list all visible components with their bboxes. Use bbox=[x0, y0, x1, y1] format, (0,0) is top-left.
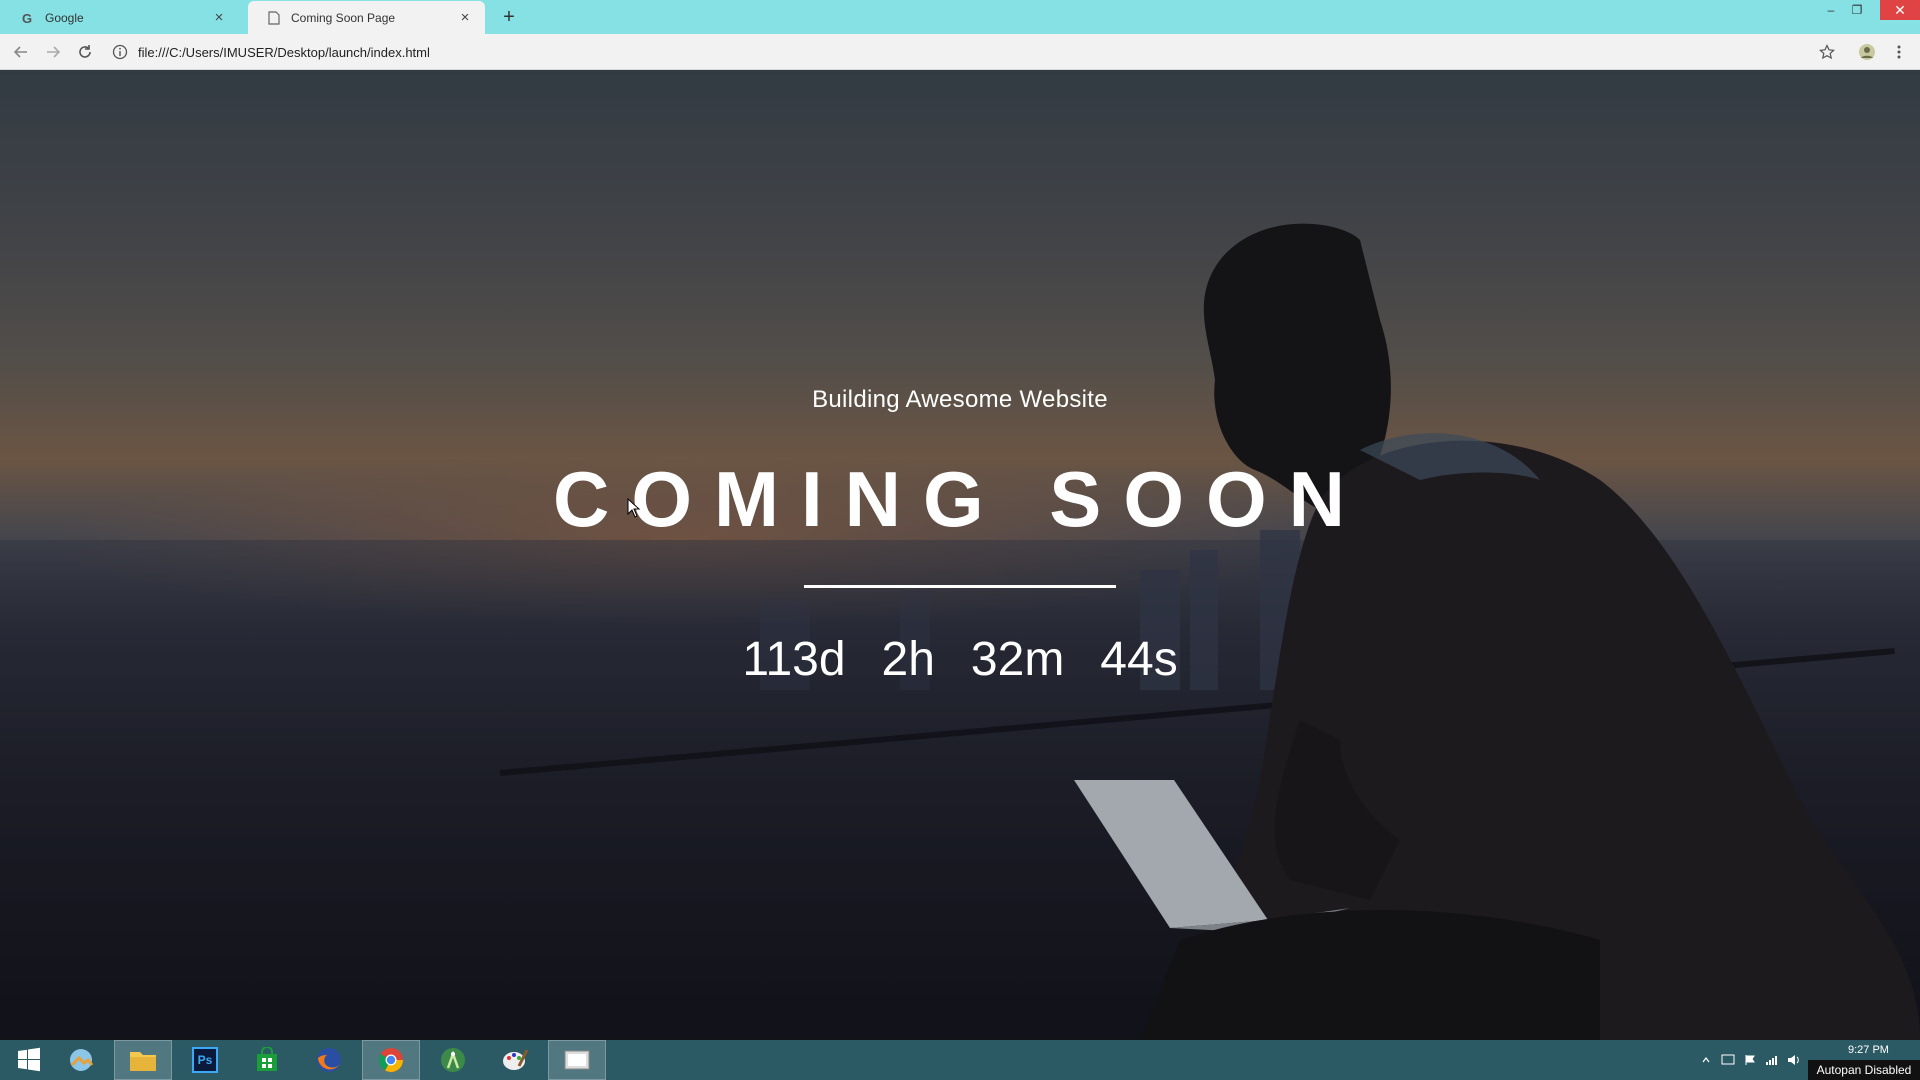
tab-title: Google bbox=[45, 10, 84, 25]
photo-viewer-icon[interactable] bbox=[52, 1040, 110, 1080]
browser-toolbar: file:///C:/Users/IMUSER/Desktop/launch/i… bbox=[0, 34, 1920, 70]
document-icon bbox=[266, 10, 282, 26]
minimize-icon[interactable]: – bbox=[1818, 0, 1844, 20]
title-divider bbox=[804, 585, 1116, 588]
paint-icon[interactable] bbox=[486, 1040, 544, 1080]
mouse-cursor-icon bbox=[627, 498, 641, 518]
android-studio-icon[interactable] bbox=[424, 1040, 482, 1080]
tab-coming-soon[interactable]: Coming Soon Page × bbox=[248, 1, 485, 34]
bookmark-star-icon[interactable] bbox=[1816, 41, 1838, 63]
profile-avatar-icon[interactable] bbox=[1856, 41, 1878, 63]
file-explorer-icon[interactable] bbox=[114, 1040, 172, 1080]
reload-icon[interactable] bbox=[74, 41, 96, 63]
chrome-icon[interactable] bbox=[362, 1040, 420, 1080]
google-g-icon: G bbox=[20, 10, 36, 26]
volume-icon[interactable] bbox=[1786, 1052, 1802, 1068]
info-icon[interactable] bbox=[112, 44, 128, 60]
close-tab-icon[interactable]: × bbox=[211, 9, 227, 26]
windows-taskbar: Ps 9:27 PM bbox=[0, 1040, 1920, 1080]
taskbar-clock[interactable]: 9:27 PM bbox=[1848, 1044, 1889, 1056]
back-arrow-icon[interactable] bbox=[10, 41, 32, 63]
countdown-seconds: 44s bbox=[1100, 633, 1178, 686]
restore-icon[interactable]: ❐ bbox=[1844, 0, 1870, 20]
coming-soon-hero: Building Awesome Website COMING SOON 113… bbox=[0, 70, 1920, 1040]
window-close-icon[interactable]: ✕ bbox=[1880, 0, 1920, 20]
close-tab-icon[interactable]: × bbox=[457, 9, 473, 26]
countdown-hours: 2h bbox=[881, 633, 935, 686]
autopan-status: Autopan Disabled bbox=[1808, 1060, 1920, 1080]
windows-start-icon[interactable] bbox=[0, 1040, 58, 1080]
new-tab-button[interactable]: + bbox=[498, 6, 520, 28]
tab-strip: G Google × Coming Soon Page × + – ❐ ✕ bbox=[0, 0, 1920, 34]
photoshop-logo: Ps bbox=[192, 1047, 218, 1073]
tray-monitor-icon[interactable] bbox=[1720, 1052, 1736, 1068]
page-title: COMING SOON bbox=[552, 455, 1367, 543]
countdown-days: 113d bbox=[742, 633, 846, 686]
tray-overflow-icon[interactable] bbox=[1698, 1052, 1714, 1068]
countdown-minutes: 32m bbox=[970, 633, 1065, 686]
forward-arrow-icon[interactable] bbox=[42, 41, 64, 63]
menu-kebab-icon[interactable] bbox=[1888, 41, 1910, 63]
countdown-timer: 113d 2h 32m 44s bbox=[0, 632, 1920, 687]
tab-title: Coming Soon Page bbox=[291, 10, 396, 25]
address-bar[interactable]: file:///C:/Users/IMUSER/Desktop/launch/i… bbox=[112, 38, 1812, 66]
photoshop-icon[interactable]: Ps bbox=[176, 1040, 234, 1080]
screen-recorder-icon[interactable] bbox=[548, 1040, 606, 1080]
store-icon[interactable] bbox=[238, 1040, 296, 1080]
tab-google[interactable]: G Google × bbox=[2, 1, 239, 34]
action-center-flag-icon[interactable] bbox=[1742, 1052, 1758, 1068]
firefox-icon[interactable] bbox=[300, 1040, 358, 1080]
tagline: Building Awesome Website bbox=[812, 386, 1108, 413]
svg-text:G: G bbox=[22, 11, 32, 25]
network-signal-icon[interactable] bbox=[1764, 1052, 1780, 1068]
address-url: file:///C:/Users/IMUSER/Desktop/launch/i… bbox=[138, 44, 430, 60]
page-viewport: Building Awesome Website COMING SOON 113… bbox=[0, 70, 1920, 1040]
